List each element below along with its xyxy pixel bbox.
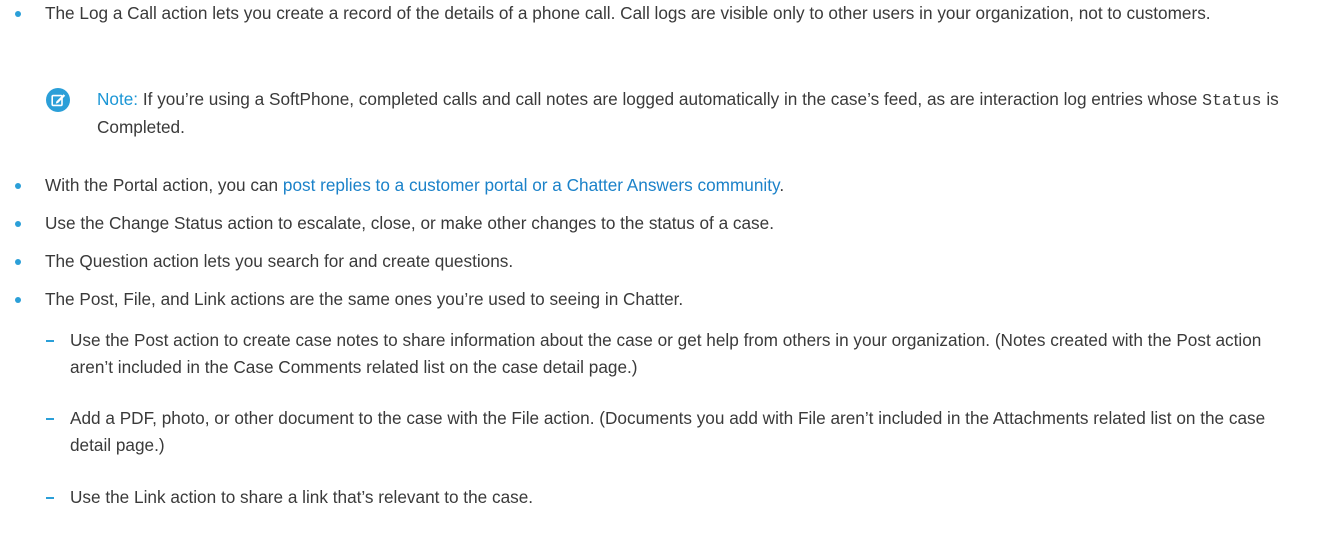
dash-marker: [46, 497, 54, 499]
list-item-change-status: Use the Change Status action to escalate…: [0, 210, 1317, 237]
list-item-question: The Question action lets you search for …: [0, 248, 1317, 275]
portal-text-before: With the Portal action, you can: [45, 175, 283, 195]
bullet-marker: [15, 183, 21, 189]
list-item-log-a-call: The Log a Call action lets you create a …: [0, 0, 1317, 27]
list-item-portal: With the Portal action, you can post rep…: [0, 172, 1317, 199]
note-callout: Note: If you’re using a SoftPhone, compl…: [0, 86, 1317, 141]
link-action-text: Use the Link action to share a link that…: [70, 487, 534, 507]
sublist-item-file: Add a PDF, photo, or other document to t…: [0, 405, 1317, 459]
sublist-item-link: Use the Link action to share a link that…: [0, 484, 1317, 511]
log-a-call-text: The Log a Call action lets you create a …: [45, 3, 1211, 23]
note-label: Note:: [97, 89, 139, 109]
sublist-item-post: Use the Post action to create case notes…: [0, 327, 1317, 381]
bullet-marker: [15, 297, 21, 303]
portal-text-after: .: [779, 175, 785, 195]
edit-note-icon: [46, 88, 70, 112]
dash-marker: [46, 340, 54, 342]
portal-replies-link[interactable]: post replies to a customer portal or a C…: [283, 175, 779, 195]
note-text-before: If you’re using a SoftPhone, completed c…: [138, 89, 1203, 109]
post-file-link-text: The Post, File, and Link actions are the…: [45, 289, 684, 309]
document-page: The Log a Call action lets you create a …: [0, 0, 1317, 541]
question-text: The Question action lets you search for …: [45, 251, 514, 271]
file-action-text: Add a PDF, photo, or other document to t…: [70, 408, 1266, 455]
change-status-text: Use the Change Status action to escalate…: [45, 213, 774, 233]
post-action-text: Use the Post action to create case notes…: [70, 330, 1262, 377]
status-field-code: Status: [1202, 91, 1262, 110]
bullet-marker: [15, 259, 21, 265]
list-item-post-file-link: The Post, File, and Link actions are the…: [0, 286, 1317, 313]
bullet-marker: [15, 221, 21, 227]
bullet-marker: [15, 11, 21, 17]
dash-marker: [46, 418, 54, 420]
